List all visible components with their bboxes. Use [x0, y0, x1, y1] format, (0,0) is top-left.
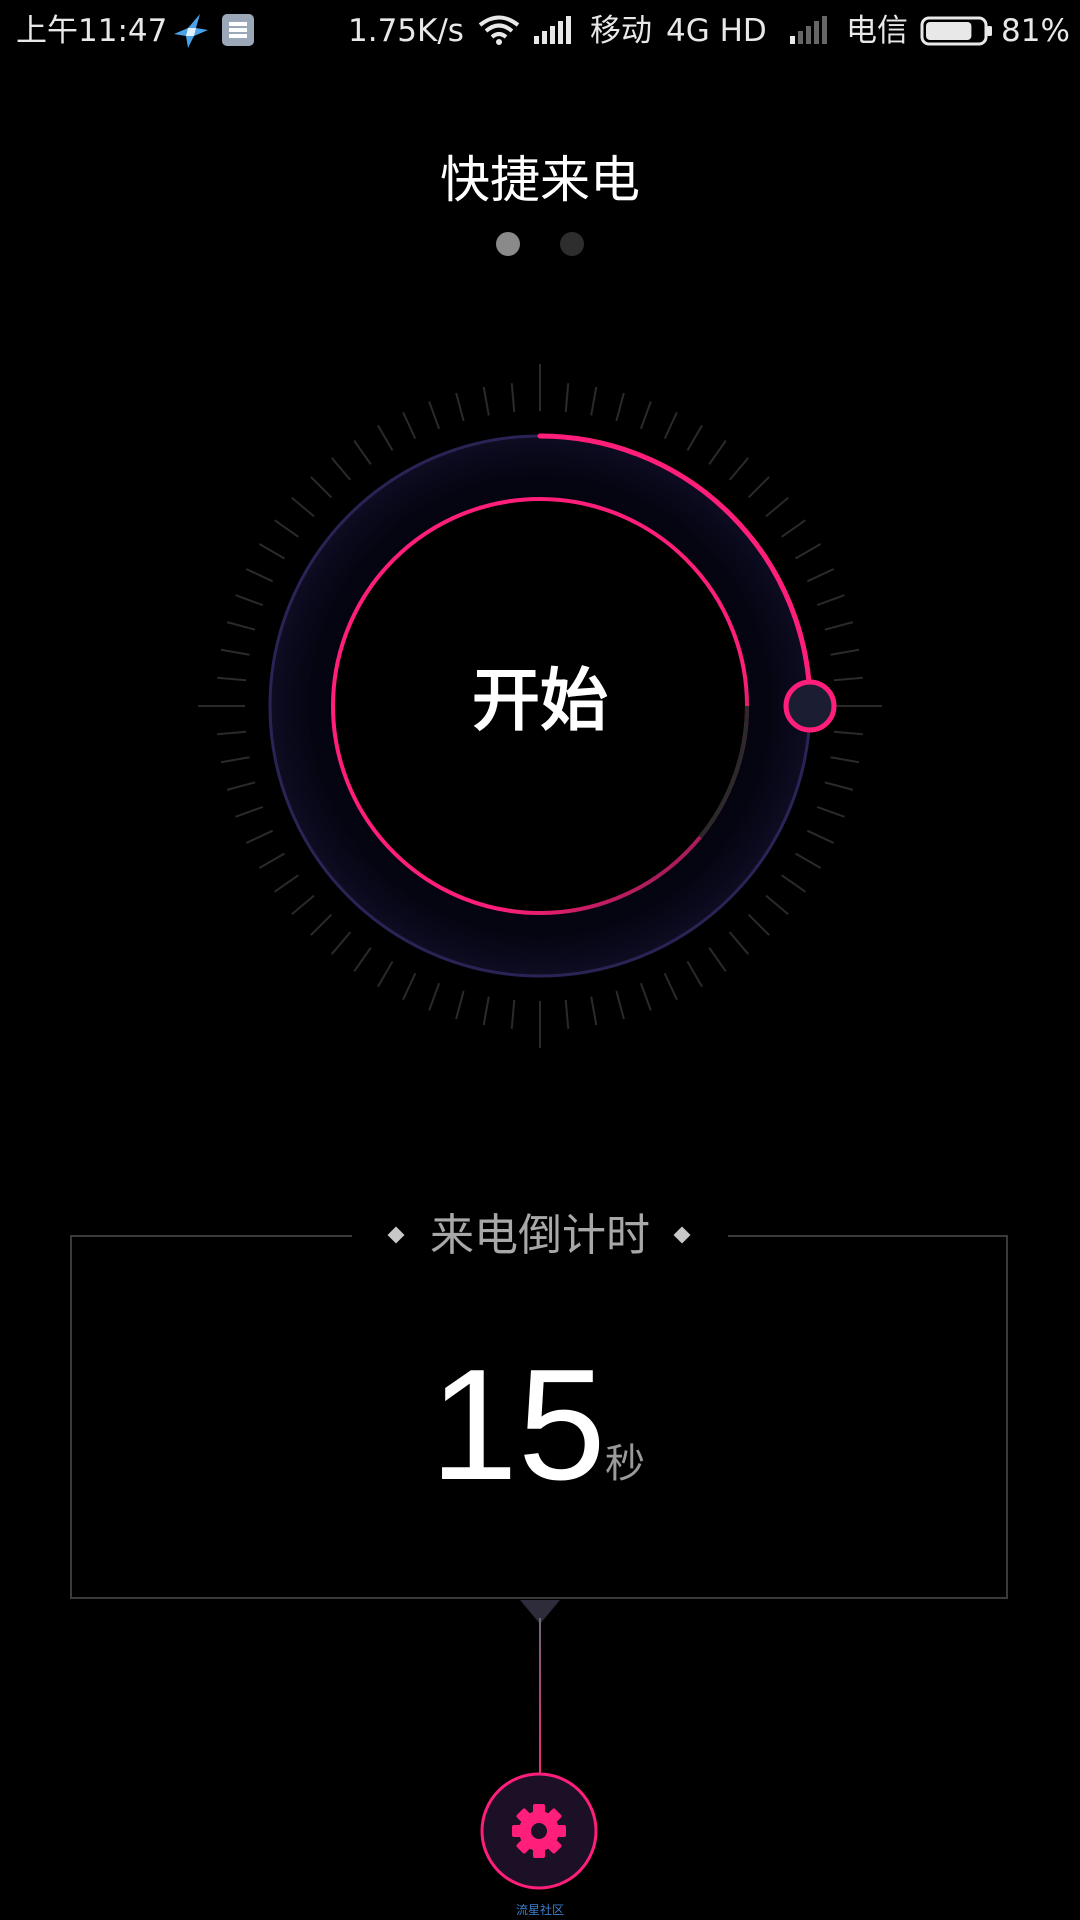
- countdown-title-wrap: 来电倒计时: [352, 1208, 728, 1264]
- dial-tick: [686, 424, 703, 452]
- dial-tick: [510, 999, 516, 1029]
- dial-tick: [258, 852, 286, 869]
- dial-tick: [747, 476, 770, 499]
- dial-tick: [765, 894, 789, 916]
- battery-icon: [920, 16, 994, 54]
- settings-button[interactable]: [479, 1771, 599, 1891]
- dial-tick: [330, 931, 352, 955]
- dial-tick: [455, 392, 465, 422]
- dial-tick: [220, 648, 250, 656]
- dial-tick: [291, 496, 315, 518]
- dial-tick: [615, 392, 625, 422]
- carrier-1: 移动: [590, 13, 652, 49]
- wifi-icon: [478, 14, 520, 54]
- countdown-title: 来电倒计时: [430, 1210, 650, 1261]
- dial-tick: [564, 383, 570, 413]
- dial-tick: [482, 996, 490, 1026]
- status-bar: 上午11:47 1.75K/s 移动 4G HD 电信 81%: [0, 0, 1080, 62]
- dial-tick: [310, 913, 333, 936]
- dial-tick: [274, 874, 299, 893]
- gear-icon: [512, 1804, 566, 1858]
- dial-tick: [455, 990, 465, 1020]
- dial-tick: [663, 411, 678, 440]
- dial-tick: [353, 440, 372, 465]
- storage-notification-icon: [221, 13, 255, 55]
- network-speed: 1.75K/s: [348, 13, 464, 49]
- watermark: 流星社区: [515, 1903, 564, 1917]
- dial-tick: [639, 401, 652, 430]
- bird-notification-icon: [170, 10, 212, 60]
- dial-tick: [830, 756, 860, 764]
- start-button[interactable]: 开始: [0, 660, 1080, 744]
- battery-percent: 81%: [1001, 13, 1070, 49]
- dial-tick: [781, 874, 806, 893]
- carrier-2: 电信: [846, 13, 908, 49]
- dial-tick: [824, 621, 854, 631]
- dial-tick: [590, 996, 598, 1026]
- dial-tick: [245, 568, 274, 583]
- dial-tick: [310, 476, 333, 499]
- dial-tick: [728, 457, 750, 481]
- status-time: 上午11:47: [16, 13, 168, 49]
- dial-tick: [590, 386, 598, 416]
- dial-tick: [377, 960, 394, 988]
- dial-tick: [330, 457, 352, 481]
- dial-tick: [615, 990, 625, 1020]
- dial-tick: [816, 805, 845, 818]
- network-type: 4G HD: [666, 13, 767, 49]
- dial-tick: [226, 621, 256, 631]
- dial-tick: [747, 913, 770, 936]
- countdown-value[interactable]: 15: [430, 1340, 606, 1510]
- dial-tick: [377, 424, 394, 452]
- dial-tick: [686, 960, 703, 988]
- dial-tick: [564, 999, 570, 1029]
- dial-tick: [816, 594, 845, 607]
- dial-tick: [482, 386, 490, 416]
- dial-tick: [235, 594, 264, 607]
- dial-tick: [274, 519, 299, 538]
- dial-tick: [824, 781, 854, 791]
- pager-dot-active[interactable]: [496, 232, 520, 256]
- dial-tick: [258, 543, 286, 560]
- dial-tick: [428, 982, 441, 1011]
- dial-tick: [428, 401, 441, 430]
- dial-tick: [245, 829, 274, 844]
- dial-tick: [235, 805, 264, 818]
- dial-tick: [781, 519, 806, 538]
- dial-tick: [830, 648, 860, 656]
- dial-tick: [402, 411, 417, 440]
- signal-icon: [534, 16, 574, 52]
- dial-tick: [663, 972, 678, 1001]
- dial-tick: [708, 440, 727, 465]
- dial-tick: [806, 568, 835, 583]
- dial-tick: [794, 543, 822, 560]
- dial-tick: [402, 972, 417, 1001]
- dial-tick: [510, 383, 516, 413]
- dial-tick: [765, 496, 789, 518]
- dial-tick: [220, 756, 250, 764]
- page-title: 快捷来电: [440, 151, 640, 209]
- dial-tick: [806, 829, 835, 844]
- dial-tick: [291, 894, 315, 916]
- dial-tick: [639, 982, 652, 1011]
- countdown-unit: 秒: [605, 1441, 645, 1487]
- signal-weak-icon: [790, 16, 830, 52]
- dial-tick: [226, 781, 256, 791]
- dial-tick: [708, 947, 727, 972]
- dial-tick: [353, 947, 372, 972]
- pager-dot[interactable]: [560, 232, 584, 256]
- dial-tick: [728, 931, 750, 955]
- dial-tick: [794, 852, 822, 869]
